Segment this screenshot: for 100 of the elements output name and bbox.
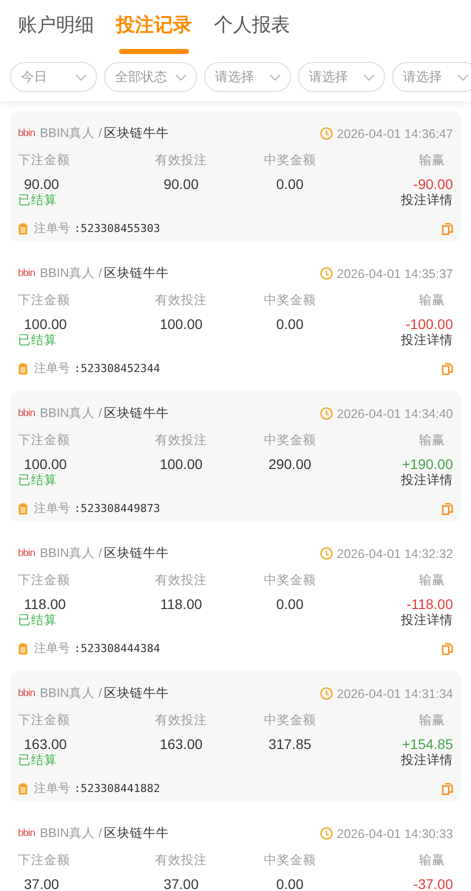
settled-status: 已结算 <box>18 612 57 629</box>
clipboard-icon <box>18 642 28 654</box>
tab[interactable]: 个人报表 <box>214 12 290 54</box>
game-name: 区块链牛牛 <box>104 125 170 142</box>
column-label: 下注金额 <box>18 152 71 169</box>
chevron-down-icon <box>175 74 187 80</box>
order-label: 注单号 <box>34 780 70 797</box>
settled-status: 已结算 <box>18 472 57 489</box>
amount-value: 163.00 <box>23 736 68 752</box>
column-label: 输赢 <box>418 852 446 869</box>
column-label: 中奖金额 <box>262 152 317 169</box>
order-label: 注单号 <box>34 360 70 377</box>
game-name: 区块链牛牛 <box>104 405 170 422</box>
profit-value: -90.00 <box>412 176 453 192</box>
amount-value: 90.00 <box>162 176 200 192</box>
provider-logo: bbin <box>18 548 35 559</box>
column-label: 有效投注 <box>154 432 208 449</box>
column-label: 中奖金额 <box>262 432 317 449</box>
chevron-down-icon <box>269 74 281 80</box>
column-label: 输赢 <box>418 572 446 589</box>
order-label: 注单号 <box>34 640 70 657</box>
provider-logo: bbin <box>18 128 35 139</box>
chevron-down-icon <box>457 74 469 80</box>
amount-value: 0.00 <box>275 876 304 891</box>
copy-icon[interactable] <box>442 782 453 794</box>
provider-logo: bbin <box>18 268 35 279</box>
copy-icon[interactable] <box>442 502 453 514</box>
tab[interactable]: 账户明细 <box>18 12 94 54</box>
column-label: 输赢 <box>418 432 446 449</box>
column-label: 下注金额 <box>18 712 71 729</box>
game-name: 区块链牛牛 <box>104 825 170 842</box>
provider-logo: bbin <box>18 688 35 699</box>
clock-icon <box>320 547 333 560</box>
column-label: 中奖金额 <box>262 292 317 309</box>
game-name: 区块链牛牛 <box>104 685 170 702</box>
column-label: 下注金额 <box>18 852 71 869</box>
amount-value: 90.00 <box>23 176 60 192</box>
profit-value: -37.00 <box>412 876 453 891</box>
clock-icon <box>320 687 333 700</box>
platform-label: BBIN真人 / <box>40 405 102 422</box>
amount-value: 0.00 <box>275 176 304 192</box>
column-label: 下注金额 <box>18 572 71 589</box>
column-label: 有效投注 <box>154 572 208 589</box>
bet-time: 2026-04-01 14:31:34 <box>336 686 453 700</box>
column-label: 中奖金额 <box>262 712 317 729</box>
amount-value: 118.00 <box>159 596 204 612</box>
clock-icon <box>320 827 333 840</box>
column-label: 下注金额 <box>18 432 71 449</box>
column-label: 输赢 <box>418 292 446 309</box>
game-name: 区块链牛牛 <box>104 545 170 562</box>
amount-value: 100.00 <box>23 456 68 472</box>
platform-label: BBIN真人 / <box>40 125 102 142</box>
column-label: 下注金额 <box>18 292 71 309</box>
clipboard-icon <box>18 502 28 514</box>
amount-value: 290.00 <box>267 456 312 472</box>
bet-detail-link[interactable]: 投注详情 <box>401 332 453 349</box>
game-name: 区块链牛牛 <box>104 265 170 282</box>
bet-detail-link[interactable]: 投注详情 <box>401 472 453 489</box>
column-label: 输赢 <box>418 152 446 169</box>
column-label: 输赢 <box>418 712 446 729</box>
bet-detail-link[interactable]: 投注详情 <box>401 752 453 769</box>
profit-value: +154.85 <box>401 736 453 752</box>
amount-value: 100.00 <box>158 316 204 332</box>
bet-time: 2026-04-01 14:35:37 <box>336 266 453 280</box>
amount-value: 37.00 <box>23 876 60 891</box>
clipboard-icon <box>18 362 28 374</box>
order-label: 注单号 <box>34 500 70 517</box>
amount-value: 100.00 <box>23 316 68 332</box>
settled-status: 已结算 <box>18 332 57 349</box>
column-label: 有效投注 <box>154 292 208 309</box>
column-label: 中奖金额 <box>262 572 317 589</box>
clipboard-icon <box>18 782 28 794</box>
order-label: 注单号 <box>34 220 70 237</box>
bet-detail-link[interactable]: 投注详情 <box>401 192 453 209</box>
platform-label: BBIN真人 / <box>40 685 102 702</box>
chevron-down-icon <box>75 74 87 80</box>
order-number: :523308455303 <box>74 222 160 235</box>
amount-value: 37.00 <box>162 876 200 891</box>
platform-label: BBIN真人 / <box>40 265 102 282</box>
copy-icon[interactable] <box>442 642 453 654</box>
copy-icon[interactable] <box>442 362 453 374</box>
copy-icon[interactable] <box>442 222 453 234</box>
platform-label: BBIN真人 / <box>40 545 102 562</box>
platform-label: BBIN真人 / <box>40 825 102 842</box>
column-label: 有效投注 <box>154 712 208 729</box>
profit-value: -118.00 <box>406 596 453 612</box>
amount-value: 163.00 <box>158 736 204 752</box>
bet-time: 2026-04-01 14:30:33 <box>336 826 453 840</box>
settled-status: 已结算 <box>18 192 57 209</box>
amount-value: 0.00 <box>275 596 304 612</box>
clipboard-icon <box>18 222 28 234</box>
settled-status: 已结算 <box>18 752 57 769</box>
order-number: :523308452344 <box>74 362 160 375</box>
column-label: 中奖金额 <box>262 852 317 869</box>
bet-time: 2026-04-01 14:32:32 <box>336 546 453 560</box>
profit-value: +190.00 <box>401 456 453 472</box>
amount-value: 100.00 <box>158 456 204 472</box>
clock-icon <box>320 127 333 140</box>
provider-logo: bbin <box>18 408 35 419</box>
bet-detail-link[interactable]: 投注详情 <box>401 612 453 629</box>
